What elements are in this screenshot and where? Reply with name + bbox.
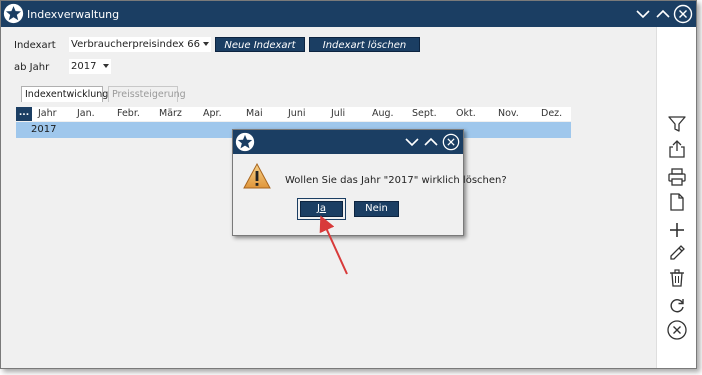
ab-jahr-label: ab Jahr [14, 62, 50, 73]
warning-icon [243, 162, 271, 189]
column-header: März [159, 108, 182, 119]
indexart-loeschen-button[interactable]: Indexart löschen [309, 37, 420, 52]
column-header: Okt. [456, 108, 476, 119]
maximize-chevron-icon[interactable] [422, 133, 440, 151]
confirm-dialog: Wollen Sie das Jahr "2017" wirklich lösc… [232, 129, 507, 236]
column-header: Apr. [203, 108, 222, 119]
document-icon[interactable] [666, 191, 688, 213]
tab-indexentwicklung[interactable]: Indexentwicklung [21, 86, 108, 102]
column-header: Sept. [412, 108, 437, 119]
dialog-message: Wollen Sie das Jahr "2017" wirklich lösc… [285, 175, 507, 186]
window-title: Indexverwaltung [27, 8, 120, 21]
action-sidebar [656, 27, 696, 368]
close-icon[interactable] [442, 133, 460, 151]
trash-icon[interactable] [666, 267, 688, 289]
column-header: Mai [246, 108, 263, 119]
star-icon [3, 3, 24, 24]
yes-button[interactable]: Ja [297, 198, 346, 220]
filter-icon[interactable] [666, 113, 688, 135]
title-bar: Indexverwaltung [1, 1, 696, 27]
grid-menu-button[interactable]: ... [16, 107, 32, 121]
dialog-title-bar [233, 130, 463, 154]
maximize-chevron-icon[interactable] [653, 4, 673, 24]
close-icon[interactable] [673, 4, 693, 24]
column-header: Nov. [498, 108, 519, 119]
indexart-value: Verbraucherpreisindex 66 [71, 39, 200, 50]
column-header: Jahr [38, 108, 57, 119]
tab-preissteigerung[interactable]: Preissteigerung [108, 86, 186, 102]
star-icon [235, 132, 255, 152]
indexart-label: Indexart [14, 40, 56, 51]
yes-label: Ja [316, 203, 327, 214]
row-year: 2017 [31, 124, 57, 135]
column-header: Juli [331, 108, 346, 119]
indexart-select[interactable]: Verbraucherpreisindex 66 [69, 37, 211, 52]
main-window: Indexverwaltung Indexart Verbraucherprei… [0, 0, 697, 369]
ab-jahr-select[interactable]: 2017 [69, 59, 111, 74]
column-header: Dez. [541, 108, 563, 119]
chevron-down-icon [103, 64, 109, 68]
column-header: Juni [288, 108, 306, 119]
column-header: Jan. [77, 108, 95, 119]
minimize-chevron-icon[interactable] [633, 4, 653, 24]
grid-header: ... Jahr Jan. Febr. März Apr. Mai Juni J… [16, 107, 571, 121]
neue-indexart-button[interactable]: Neue Indexart [215, 37, 305, 52]
minimize-chevron-icon[interactable] [403, 133, 421, 151]
pencil-icon[interactable] [666, 242, 688, 264]
column-header: Aug. [372, 108, 394, 119]
chevron-down-icon [203, 42, 209, 46]
close-circle-icon[interactable] [666, 319, 688, 341]
column-header: Febr. [117, 108, 140, 119]
plus-icon[interactable] [666, 219, 688, 241]
no-button[interactable]: Nein [354, 201, 399, 217]
ab-jahr-value: 2017 [71, 61, 97, 72]
no-label: Nein [365, 203, 388, 214]
print-icon[interactable] [666, 166, 688, 188]
refresh-icon[interactable] [666, 295, 688, 317]
share-icon[interactable] [666, 138, 688, 160]
